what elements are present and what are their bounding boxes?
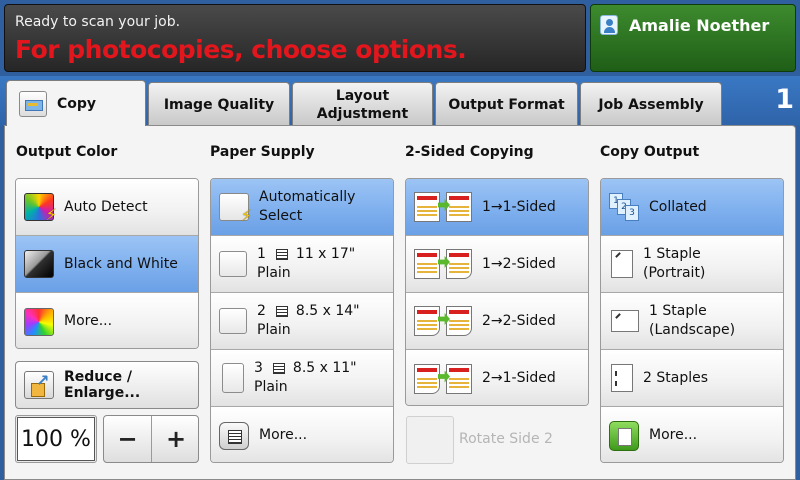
copy-output-two-staples[interactable]: 2 Staples xyxy=(601,350,783,407)
paper-tray-3[interactable]: 3 8.5 x 11" Plain xyxy=(211,350,393,407)
zoom-increase-button[interactable]: + xyxy=(152,416,198,462)
two-sided-group: 1→1-Sided 1→2-Sided 2→2-Sided 2→1-Sided xyxy=(405,178,589,406)
paper-supply-header: Paper Supply xyxy=(210,144,315,160)
color-wheel-icon xyxy=(24,307,54,336)
copy-output-more-label: More... xyxy=(649,427,698,443)
tab-job-assembly[interactable]: Job Assembly xyxy=(580,82,722,126)
auto-paper-icon xyxy=(219,193,252,225)
copy-output-staple-portrait[interactable]: 1 Staple (Portrait) xyxy=(601,236,783,293)
tab-layout-adjustment-label: Layout Adjustment xyxy=(316,87,409,122)
copy-output-collated[interactable]: 123 Collated xyxy=(601,179,783,236)
list-icon xyxy=(219,421,249,450)
rotate-side-2-label: Rotate Side 2 xyxy=(459,431,553,447)
sided-1-to-2[interactable]: 1→2-Sided xyxy=(406,236,588,293)
status-panel: Ready to scan your job. For photocopies,… xyxy=(4,4,586,72)
two-staples-icon xyxy=(611,364,633,392)
copy-output-header: Copy Output xyxy=(600,144,700,160)
copy-output-staple-landscape[interactable]: 1 Staple (Landscape) xyxy=(601,293,783,350)
user-account-button[interactable]: Amalie Noether xyxy=(590,4,796,72)
sided-1-to-1-label: 1→1-Sided xyxy=(482,198,556,215)
tab-layout-adjustment[interactable]: Layout Adjustment xyxy=(292,82,433,126)
reduce-enlarge-label: Reduce / Enlarge... xyxy=(64,369,141,401)
tray-2-type: Plain xyxy=(257,322,291,338)
tray-1-number: 1 xyxy=(257,246,266,262)
tray-2-number: 2 xyxy=(257,303,266,319)
status-message: For photocopies, choose options. xyxy=(15,35,467,64)
tray-stack-icon xyxy=(272,363,285,374)
output-color-more-label: More... xyxy=(64,313,113,329)
paper-supply-group: Automatically Select 1 11 x 17" Plain 2 … xyxy=(210,178,394,463)
sided-2-to-2-label: 2→2-Sided xyxy=(482,312,556,329)
copy-quantity[interactable]: 1 xyxy=(775,84,794,115)
collated-label: Collated xyxy=(649,198,707,215)
sided-2-to-1-label: 2→1-Sided xyxy=(482,370,556,386)
output-color-black-and-white[interactable]: Black and White xyxy=(16,236,198,293)
paper-supply-more[interactable]: More... xyxy=(211,407,393,462)
output-color-header: Output Color xyxy=(16,144,118,160)
one-to-two-sided-icon xyxy=(414,247,476,281)
tray-3-number: 3 xyxy=(254,360,263,376)
sided-1-to-2-label: 1→2-Sided xyxy=(482,255,556,272)
two-sided-header: 2-Sided Copying xyxy=(405,144,534,160)
collated-icon: 123 xyxy=(609,193,639,221)
zoom-decrease-button[interactable]: − xyxy=(104,416,152,462)
output-color-more[interactable]: More... xyxy=(16,293,198,348)
paper-tray-icon xyxy=(219,308,247,334)
tab-copy-label: Copy xyxy=(57,95,97,112)
black-and-white-icon xyxy=(24,250,54,278)
two-to-two-sided-icon xyxy=(414,304,476,338)
tab-output-format[interactable]: Output Format xyxy=(435,82,578,126)
finishing-more-icon xyxy=(609,420,639,451)
user-icon xyxy=(600,15,618,35)
tab-image-quality-label: Image Quality xyxy=(163,96,275,113)
staple-landscape-icon xyxy=(611,310,639,332)
status-ready-text: Ready to scan your job. xyxy=(15,14,181,30)
reduce-enlarge-button[interactable]: Reduce / Enlarge... xyxy=(15,361,199,409)
sided-1-to-1[interactable]: 1→1-Sided xyxy=(406,179,588,236)
user-name: Amalie Noether xyxy=(629,16,770,35)
copy-output-group: 123 Collated 1 Staple (Portrait) 1 Stapl… xyxy=(600,178,784,463)
tab-job-assembly-label: Job Assembly xyxy=(598,96,704,113)
output-color-group: Auto Detect Black and White More... xyxy=(15,178,199,349)
one-to-one-sided-icon xyxy=(414,190,476,224)
auto-detect-color-icon xyxy=(24,193,57,224)
two-staples-label: 2 Staples xyxy=(643,369,708,386)
output-color-auto-detect[interactable]: Auto Detect xyxy=(16,179,198,236)
auto-detect-label: Auto Detect xyxy=(64,198,148,215)
paper-auto-select[interactable]: Automatically Select xyxy=(211,179,393,236)
staple-landscape-label: 1 Staple (Landscape) xyxy=(649,303,736,338)
paper-tray-portrait-icon xyxy=(222,363,244,393)
sided-2-to-1[interactable]: 2→1-Sided xyxy=(406,350,588,405)
rotate-side-2-checkbox[interactable] xyxy=(406,416,454,464)
zoom-stepper: − + xyxy=(103,415,199,463)
tab-copy[interactable]: Copy xyxy=(6,80,146,126)
tray-3-size: 8.5 x 11" xyxy=(292,360,357,376)
staple-portrait-label: 1 Staple (Portrait) xyxy=(643,246,706,281)
paper-tray-icon xyxy=(219,251,247,277)
paper-tray-1[interactable]: 1 11 x 17" Plain xyxy=(211,236,393,293)
tray-1-type: Plain xyxy=(257,265,291,281)
two-to-one-sided-icon xyxy=(414,362,476,396)
tab-image-quality[interactable]: Image Quality xyxy=(148,82,290,126)
copy-screen: Ready to scan your job. For photocopies,… xyxy=(0,0,800,480)
black-and-white-label: Black and White xyxy=(64,255,178,272)
paper-tray-2[interactable]: 2 8.5 x 14" Plain xyxy=(211,293,393,350)
reduce-enlarge-icon xyxy=(24,371,54,399)
tray-2-size: 8.5 x 14" xyxy=(295,303,360,319)
paper-auto-label: Automatically Select xyxy=(259,189,356,224)
tray-stack-icon xyxy=(275,249,288,260)
tray-stack-icon xyxy=(275,306,288,317)
copy-icon xyxy=(19,90,47,117)
staple-portrait-icon xyxy=(611,250,633,278)
paper-more-label: More... xyxy=(259,427,308,443)
tray-1-size: 11 x 17" xyxy=(295,246,356,262)
tray-3-type: Plain xyxy=(254,379,288,395)
copy-output-more[interactable]: More... xyxy=(601,407,783,462)
zoom-percentage-field[interactable]: 100 % xyxy=(17,417,95,461)
sided-2-to-2[interactable]: 2→2-Sided xyxy=(406,293,588,350)
tab-output-format-label: Output Format xyxy=(448,96,565,113)
